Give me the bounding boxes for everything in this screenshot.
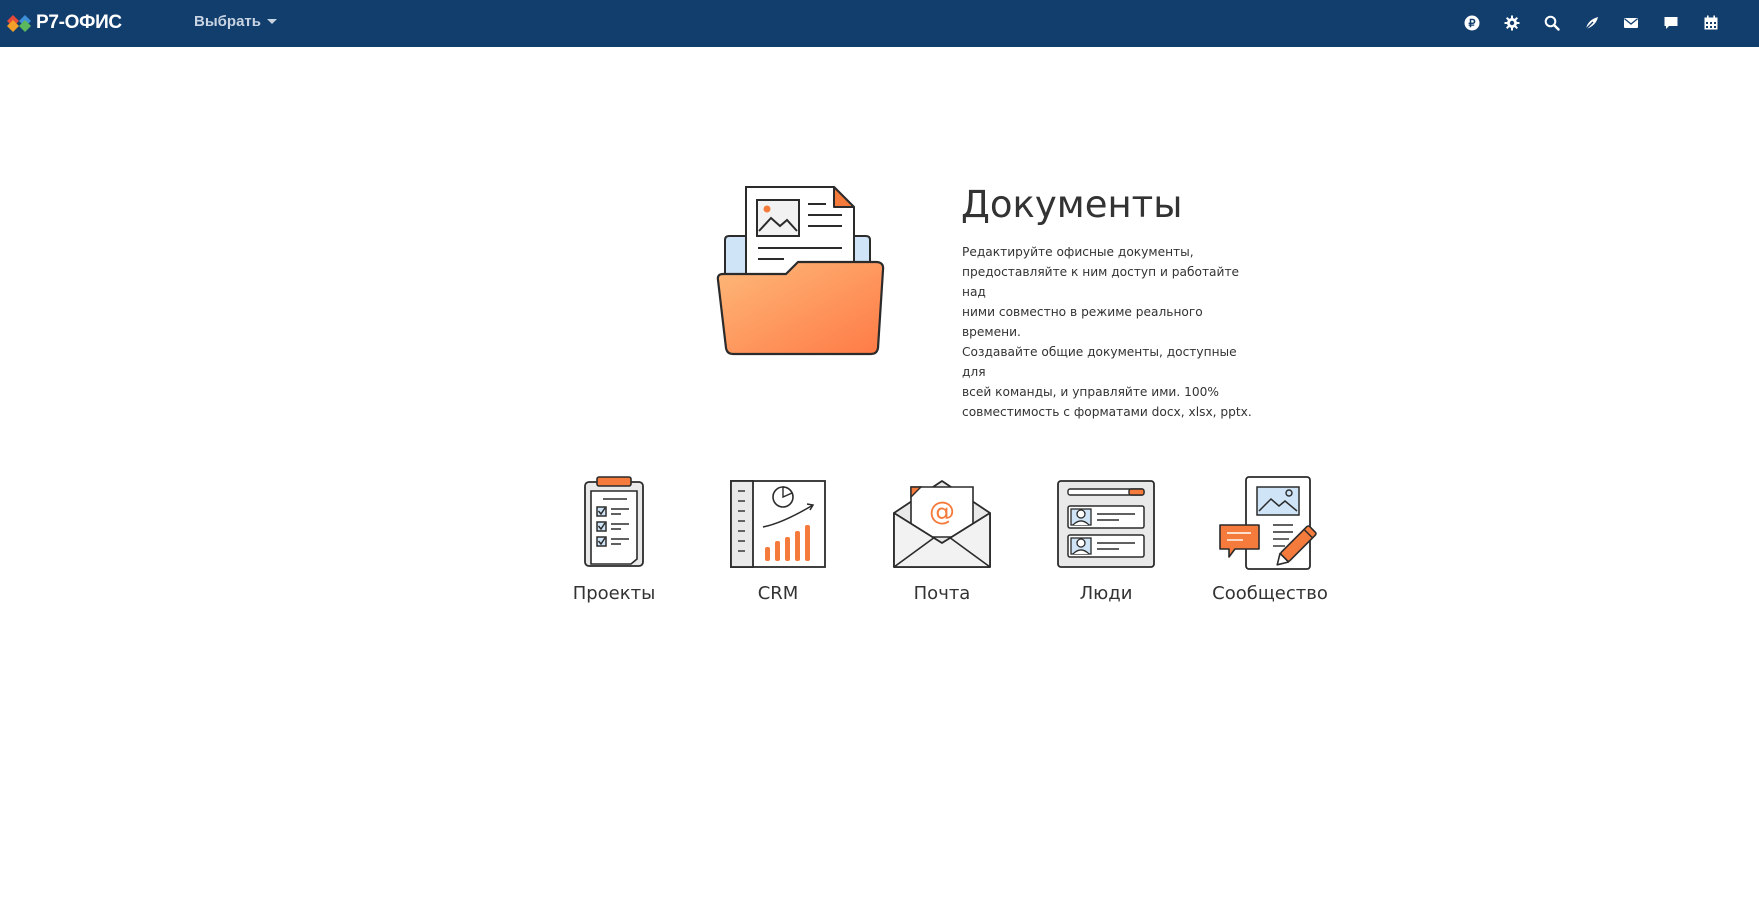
svg-text:₽: ₽ bbox=[1469, 18, 1476, 30]
logo-mark-icon bbox=[7, 15, 31, 32]
community-icon bbox=[1219, 476, 1317, 570]
description-line: всей команды, и управляйте ими. 100% bbox=[962, 385, 1219, 399]
logo-text: Р7-ОФИС bbox=[36, 12, 122, 33]
mail-envelope-icon: @ bbox=[893, 480, 991, 568]
ruble-icon[interactable]: ₽ bbox=[1463, 14, 1481, 32]
feed-icon[interactable] bbox=[1583, 14, 1601, 32]
top-navigation-bar: Р7-ОФИС Выбрать ₽ bbox=[0, 0, 1759, 47]
mail-icon[interactable] bbox=[1622, 14, 1640, 32]
description-line: Редактируйте офисные документы, bbox=[962, 245, 1194, 259]
module-label: Проекты bbox=[572, 583, 656, 604]
documents-folder-icon[interactable] bbox=[716, 184, 888, 358]
calendar-icon[interactable] bbox=[1702, 14, 1720, 32]
gear-icon[interactable] bbox=[1503, 14, 1521, 32]
module-label: CRM bbox=[757, 583, 799, 604]
select-module-label: Выбрать bbox=[194, 13, 261, 30]
people-cards-icon bbox=[1057, 480, 1155, 568]
chat-icon[interactable] bbox=[1662, 14, 1680, 32]
description-line: Создавайте общие документы, доступные дл… bbox=[962, 345, 1237, 379]
crm-chart-icon bbox=[730, 480, 826, 568]
description-line: предоставляйте к ним доступ и работайте … bbox=[962, 265, 1240, 299]
module-label: Почта bbox=[913, 583, 971, 604]
svg-text:@: @ bbox=[929, 497, 955, 527]
description-line: ними совместно в режиме реального времен… bbox=[962, 305, 1203, 339]
module-label: Сообщество bbox=[1212, 583, 1328, 604]
module-mail[interactable]: @ Почта bbox=[867, 470, 1017, 620]
description-line: совместимость с форматами docx, xlsx, pp… bbox=[962, 405, 1252, 419]
chevron-down-icon bbox=[266, 19, 277, 24]
module-projects[interactable]: Проекты bbox=[539, 470, 689, 620]
documents-title[interactable]: Документы bbox=[961, 183, 1182, 226]
logo[interactable]: Р7-ОФИС bbox=[6, 12, 122, 34]
module-community[interactable]: Сообщество bbox=[1195, 470, 1345, 620]
module-people[interactable]: Люди bbox=[1031, 470, 1181, 620]
search-icon[interactable] bbox=[1543, 14, 1561, 32]
module-crm[interactable]: CRM bbox=[703, 470, 853, 620]
select-module-dropdown[interactable]: Выбрать bbox=[194, 13, 277, 30]
module-label: Люди bbox=[1079, 583, 1133, 604]
documents-description: Редактируйте офисные документы, предоста… bbox=[962, 242, 1252, 422]
clipboard-checklist-icon bbox=[584, 476, 644, 567]
